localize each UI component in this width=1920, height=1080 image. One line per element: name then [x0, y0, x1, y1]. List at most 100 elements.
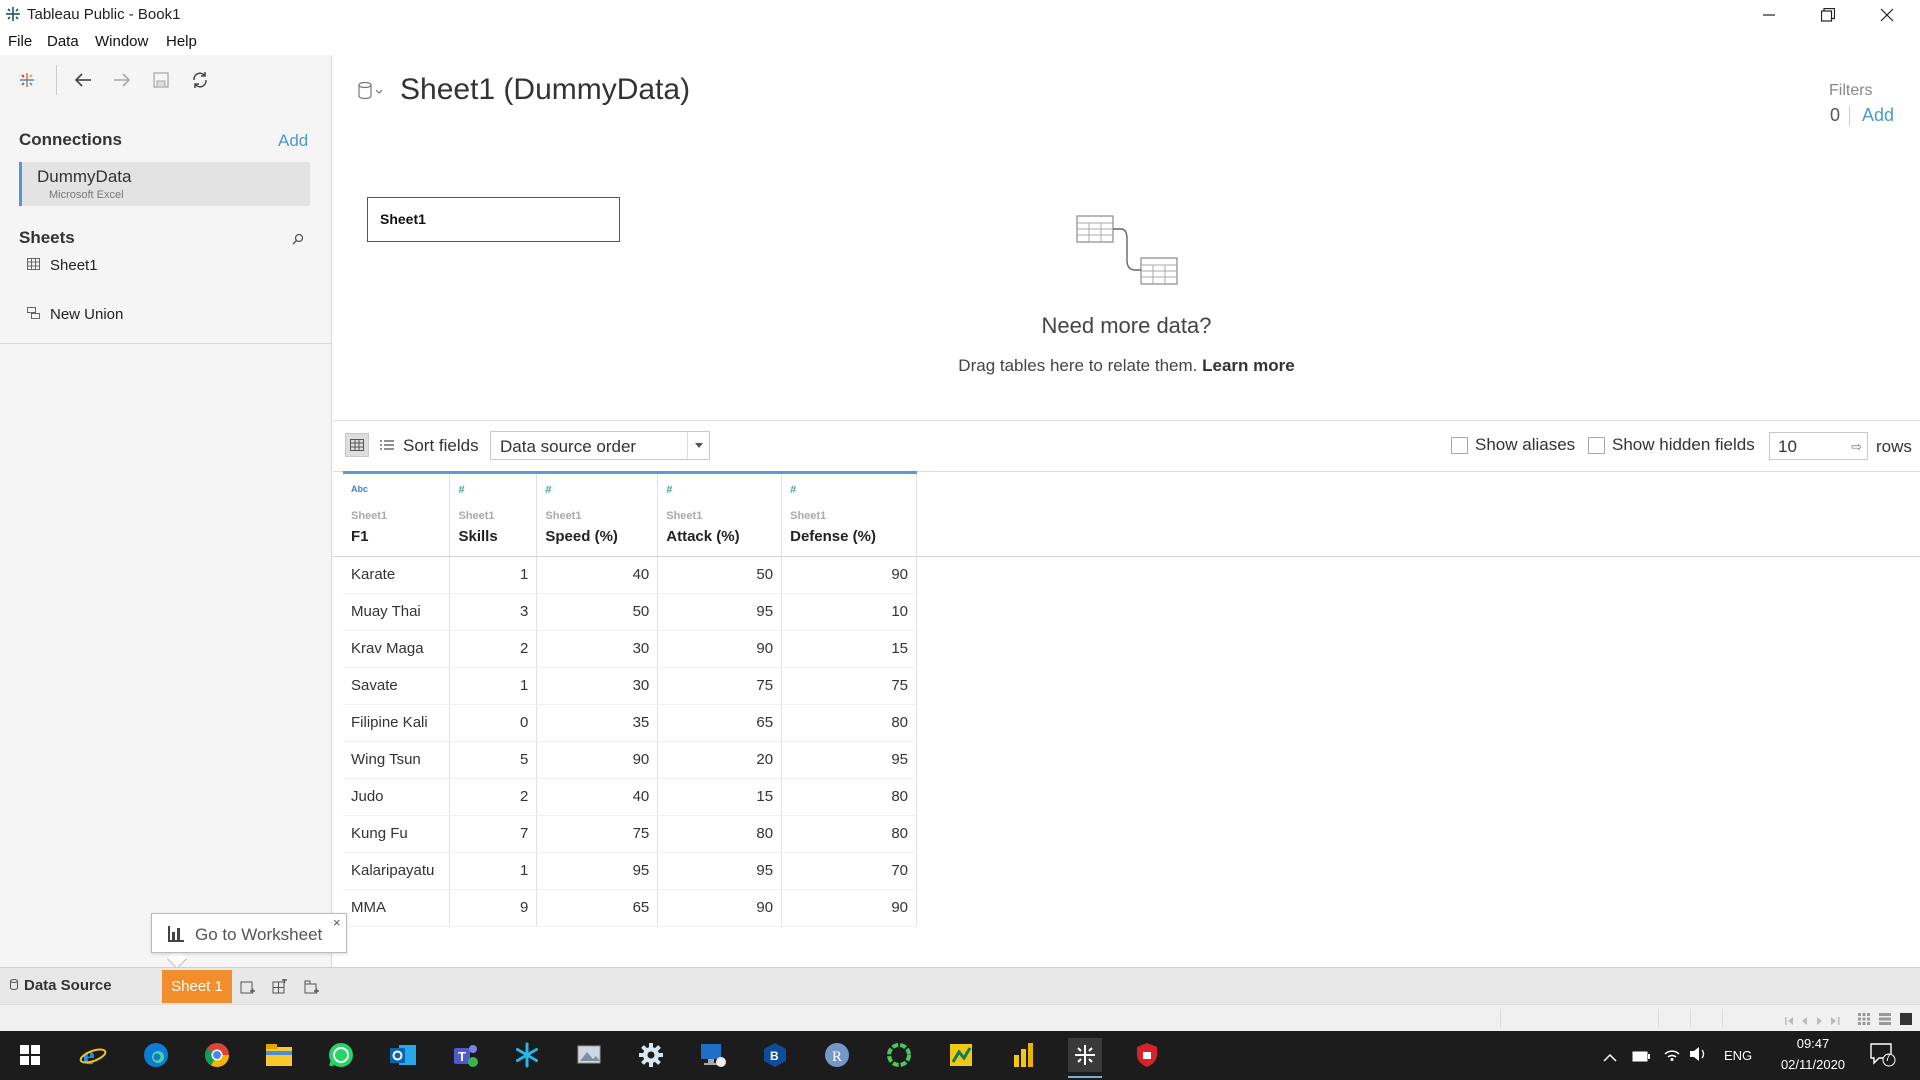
- whatsapp-icon[interactable]: [324, 1038, 358, 1072]
- sort-fields-dropdown[interactable]: Data source order: [490, 431, 710, 460]
- new-story-icon[interactable]: [302, 977, 322, 997]
- cell-number[interactable]: 15: [781, 630, 917, 668]
- show-hidden-fields-checkbox[interactable]: [1588, 437, 1605, 454]
- clock-date[interactable]: 02/11/2020: [1768, 1057, 1858, 1072]
- snowflake-app-icon[interactable]: [510, 1038, 544, 1072]
- language-indicator[interactable]: ENG: [1724, 1048, 1752, 1063]
- cell-number[interactable]: 30: [536, 630, 659, 668]
- add-connection-link[interactable]: Add: [278, 131, 308, 151]
- outlook-icon[interactable]: [386, 1038, 420, 1072]
- number-type-icon[interactable]: #: [666, 484, 773, 498]
- cell-number[interactable]: 80: [781, 815, 917, 853]
- new-worksheet-icon[interactable]: [238, 977, 258, 997]
- number-type-icon[interactable]: #: [545, 484, 649, 498]
- notifications-icon[interactable]: 7: [1870, 1043, 1896, 1072]
- cell-number[interactable]: 20: [657, 741, 783, 779]
- cell-number[interactable]: 90: [536, 741, 659, 779]
- canvas-table-sheet1[interactable]: Sheet1: [367, 197, 620, 242]
- cell-number[interactable]: 30: [536, 667, 659, 705]
- cell-f1[interactable]: Savate: [343, 667, 451, 705]
- cell-number[interactable]: 95: [536, 852, 659, 890]
- teams-icon[interactable]: T: [448, 1038, 482, 1072]
- learn-more-link[interactable]: Learn more: [1202, 356, 1295, 375]
- back-arrow-icon[interactable]: [71, 68, 95, 92]
- new-dashboard-icon[interactable]: [270, 977, 290, 997]
- search-icon[interactable]: [292, 232, 304, 250]
- apply-arrow-icon[interactable]: ⇨: [1851, 439, 1862, 455]
- cell-f1[interactable]: Filipine Kali: [343, 704, 451, 742]
- forward-arrow-icon[interactable]: [110, 68, 134, 92]
- column-header-defense[interactable]: # Sheet1 Defense (%): [781, 472, 917, 556]
- power-bi-icon[interactable]: [1006, 1038, 1040, 1072]
- internet-explorer-icon[interactable]: e: [76, 1038, 110, 1072]
- screenshot-tool-icon[interactable]: [572, 1038, 606, 1072]
- menu-help[interactable]: Help: [166, 33, 197, 50]
- connection-item[interactable]: DummyData Microsoft Excel: [19, 162, 310, 206]
- menu-data[interactable]: Data: [47, 33, 79, 50]
- save-icon[interactable]: [149, 68, 173, 92]
- new-union-item[interactable]: New Union: [27, 306, 123, 323]
- file-explorer-icon[interactable]: [262, 1038, 296, 1072]
- menu-file[interactable]: File: [8, 33, 32, 50]
- wifi-icon[interactable]: [1664, 1047, 1680, 1066]
- sheet-item-sheet1[interactable]: Sheet1: [27, 257, 98, 274]
- cell-number[interactable]: 1: [449, 556, 538, 594]
- datasource-title[interactable]: Sheet1 (DummyData): [400, 73, 690, 107]
- cell-number[interactable]: 80: [781, 778, 917, 816]
- edge-browser-icon[interactable]: [139, 1038, 173, 1072]
- close-window-button[interactable]: [1858, 0, 1916, 29]
- cell-number[interactable]: 1: [449, 852, 538, 890]
- tab-data-source[interactable]: Data Source: [10, 977, 112, 994]
- string-type-icon[interactable]: Abc: [351, 484, 441, 498]
- windows-start-icon[interactable]: [13, 1038, 47, 1072]
- cell-number[interactable]: 80: [781, 704, 917, 742]
- cell-number[interactable]: 10: [781, 593, 917, 631]
- number-type-icon[interactable]: #: [458, 484, 528, 498]
- go-to-worksheet-tooltip[interactable]: Go to Worksheet ×: [151, 913, 347, 953]
- bizagi-icon[interactable]: B: [758, 1038, 792, 1072]
- cell-number[interactable]: 75: [536, 815, 659, 853]
- canvas-divider[interactable]: [333, 420, 1920, 421]
- cell-number[interactable]: 3: [449, 593, 538, 631]
- tableau-start-icon[interactable]: [15, 68, 39, 92]
- chrome-browser-icon[interactable]: [200, 1038, 234, 1072]
- grid-view-button[interactable]: [345, 433, 369, 457]
- circular-app-icon[interactable]: [882, 1038, 916, 1072]
- show-aliases-checkbox[interactable]: [1451, 437, 1468, 454]
- cell-number[interactable]: 7: [449, 815, 538, 853]
- datasource-cylinder-icon[interactable]: [358, 81, 386, 105]
- security-shield-icon[interactable]: [1130, 1038, 1164, 1072]
- cell-f1[interactable]: Karate: [343, 556, 451, 594]
- cell-number[interactable]: 65: [657, 704, 783, 742]
- cell-number[interactable]: 40: [536, 556, 659, 594]
- cell-number[interactable]: 2: [449, 630, 538, 668]
- cell-number[interactable]: 90: [781, 889, 917, 927]
- number-type-icon[interactable]: #: [790, 484, 908, 498]
- cell-number[interactable]: 50: [536, 593, 659, 631]
- tableau-taskbar-icon[interactable]: [1068, 1038, 1102, 1078]
- cell-f1[interactable]: Kung Fu: [343, 815, 451, 853]
- close-icon[interactable]: ×: [333, 915, 341, 930]
- cell-number[interactable]: 65: [536, 889, 659, 927]
- cell-f1[interactable]: Krav Maga: [343, 630, 451, 668]
- restore-button[interactable]: [1799, 0, 1857, 29]
- battery-icon[interactable]: [1632, 1049, 1650, 1067]
- tabs-view-icon[interactable]: [1900, 1012, 1912, 1030]
- cell-f1[interactable]: Judo: [343, 778, 451, 816]
- cell-number[interactable]: 80: [657, 815, 783, 853]
- column-header-f1[interactable]: Abc Sheet1 F1: [343, 472, 451, 556]
- sheet-sorter-icon[interactable]: [1879, 1012, 1891, 1030]
- cell-number[interactable]: 70: [781, 852, 917, 890]
- add-filter-link[interactable]: Add: [1862, 105, 1894, 126]
- cell-number[interactable]: 95: [657, 593, 783, 631]
- cell-f1[interactable]: Muay Thai: [343, 593, 451, 631]
- cell-number[interactable]: 50: [657, 556, 783, 594]
- menu-window[interactable]: Window: [95, 33, 148, 50]
- refresh-icon[interactable]: [188, 68, 212, 92]
- cell-number[interactable]: 90: [657, 889, 783, 927]
- cell-number[interactable]: 75: [781, 667, 917, 705]
- clock-time[interactable]: 09:47: [1768, 1036, 1858, 1051]
- cell-f1[interactable]: MMA: [343, 889, 451, 927]
- cell-number[interactable]: 5: [449, 741, 538, 779]
- cell-number[interactable]: 95: [657, 852, 783, 890]
